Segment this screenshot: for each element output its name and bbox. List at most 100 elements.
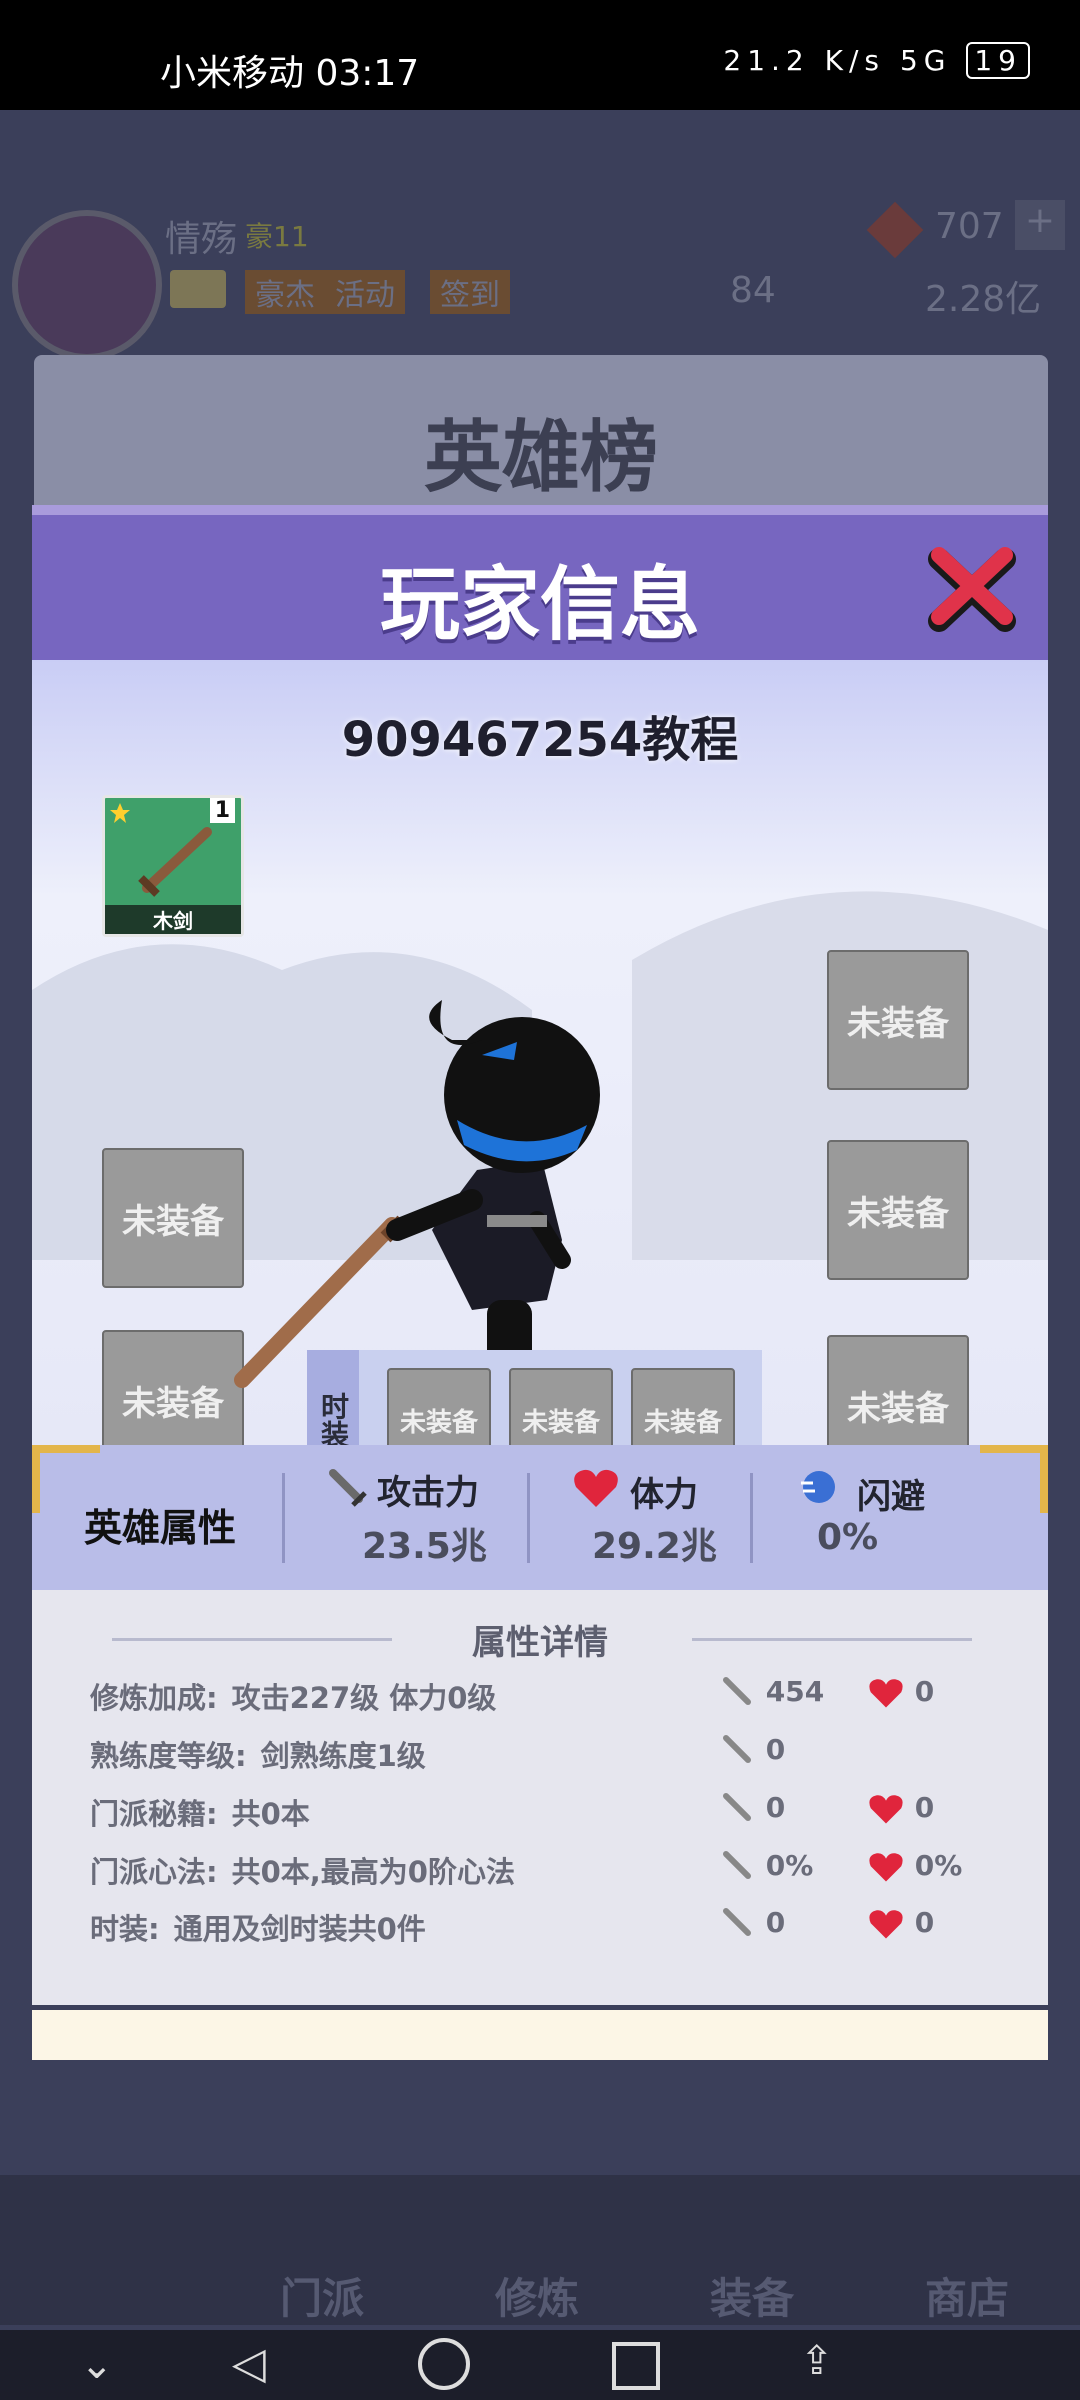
- detail-atk-value: 0: [765, 1791, 786, 1824]
- close-icon: [928, 547, 1016, 632]
- detail-atk-value: 0: [765, 1733, 786, 1766]
- top-hud: 情殇 豪11 豪杰 活动 签到 707 + 84 2.28亿: [0, 200, 1080, 360]
- carrier-time: 小米移动 03:17: [160, 53, 420, 94]
- token-count: 84: [730, 270, 776, 311]
- equip-slot-left-2[interactable]: 未装备: [102, 1148, 244, 1288]
- nav-sect[interactable]: 门派: [280, 2265, 364, 2326]
- modal-header: 玩家信息: [32, 505, 1048, 660]
- attribute-details: 属性详情 修炼加成: 攻击227级 体力0级 熟练度等级: 剑熟练度1级 门派秘籍:…: [32, 1590, 1048, 2005]
- dodge-value: 0%: [817, 1517, 879, 1558]
- mail-icon[interactable]: [170, 270, 226, 308]
- detail-hp-icon-row: 0%: [867, 1849, 962, 1883]
- detail-hp-icon-row: 0: [867, 1906, 934, 1940]
- sword-icon: [723, 1735, 751, 1763]
- heart-icon: [574, 1469, 618, 1507]
- home-button[interactable]: [418, 2338, 470, 2390]
- detail-value: 共0本,最高为0阶心法: [231, 1855, 515, 1889]
- net-speed: 21.2 K/s: [723, 44, 886, 77]
- equip-slot-right-1[interactable]: 未装备: [827, 950, 969, 1090]
- slot-label: 未装备: [122, 1201, 224, 1242]
- detail-label: 时装:: [90, 1912, 160, 1946]
- slot-label: 未装备: [122, 1383, 224, 1424]
- detail-hp-icon-row: 0: [867, 1791, 934, 1825]
- modal-title: 玩家信息: [380, 558, 700, 651]
- detail-row-fashion: 时装: 通用及剑时装共0件: [90, 1906, 426, 1948]
- corner-ornament-right: [980, 1445, 1048, 1513]
- nav-shop[interactable]: 商店: [925, 2265, 1009, 2326]
- detail-atk-icon-row: 0: [722, 1906, 785, 1941]
- back-button[interactable]: ◁: [232, 2338, 266, 2389]
- player-info-modal: 玩家信息 909467254教程 1 木剑 未装备 未装备 未装备 未装备 未装…: [32, 505, 1048, 2060]
- add-gem-button[interactable]: +: [1015, 200, 1065, 250]
- detail-row-mind-method: 门派心法: 共0本,最高为0阶心法: [90, 1849, 515, 1891]
- detail-label: 熟练度等级:: [90, 1739, 247, 1773]
- signal-icon: 5G: [899, 44, 952, 77]
- divider: [527, 1473, 530, 1563]
- gem-count: 707: [935, 206, 1004, 247]
- system-nav-bar: ⌄ ◁ ⇪: [0, 2330, 1080, 2400]
- slot-label: 未装备: [399, 1407, 478, 1438]
- hud-button-events[interactable]: 活动: [325, 270, 405, 314]
- detail-row-secret-books: 门派秘籍: 共0本: [90, 1791, 310, 1833]
- game-bottom-nav: 门派 修炼 装备 商店: [0, 2175, 1080, 2325]
- gem-icon: [866, 201, 924, 259]
- detail-row-training: 修炼加成: 攻击227级 体力0级: [90, 1675, 496, 1717]
- fashion-slot-2[interactable]: 未装备: [509, 1368, 613, 1450]
- detail-atk-value: 0: [765, 1906, 786, 1939]
- weapon-name: 木剑: [105, 905, 241, 934]
- dodge-label: 闪避: [857, 1477, 925, 1517]
- share-button[interactable]: ⇪: [800, 2338, 834, 2384]
- sword-icon: [723, 1793, 751, 1821]
- sword-icon: [723, 1908, 751, 1936]
- sword-icon: [723, 1851, 751, 1879]
- attack-label: 攻击力: [377, 1473, 479, 1513]
- slot-label: 未装备: [847, 1003, 949, 1044]
- hp-value: 29.2兆: [592, 1526, 717, 1567]
- detail-value: 攻击227级 体力0级: [231, 1681, 497, 1715]
- equip-slot-right-3[interactable]: 未装备: [827, 1335, 969, 1450]
- nav-train[interactable]: 修炼: [495, 2265, 579, 2326]
- sword-icon: [329, 1469, 367, 1507]
- avatar[interactable]: [12, 210, 162, 360]
- status-icons: 21.2 K/s 5G 19: [723, 42, 1030, 79]
- hud-button-heroes[interactable]: 豪杰: [245, 270, 325, 314]
- hero-board-title: 英雄榜: [423, 413, 658, 503]
- vip-badge: 豪11: [245, 220, 309, 253]
- heart-icon: [869, 1910, 903, 1939]
- detail-hp-value: 0: [914, 1906, 935, 1939]
- hud-button-checkin[interactable]: 签到: [430, 270, 510, 314]
- detail-row-proficiency: 熟练度等级: 剑熟练度1级: [90, 1733, 426, 1775]
- detail-hp-value: 0%: [914, 1849, 963, 1882]
- player-name: 情殇: [165, 219, 238, 260]
- hero-stats-label: 英雄属性: [84, 1506, 237, 1550]
- wooden-sword-icon: [138, 827, 212, 897]
- player-id: 909467254教程: [341, 712, 739, 768]
- fashion-slot-1[interactable]: 未装备: [387, 1368, 491, 1450]
- detail-hp-value: 0: [914, 1791, 935, 1824]
- attack-value: 23.5兆: [362, 1526, 487, 1567]
- close-button[interactable]: [927, 545, 1017, 635]
- dodge-icon: [801, 1471, 835, 1503]
- status-bar: 小米移动 03:17 21.2 K/s 5G 19: [0, 0, 1080, 110]
- battery-icon: 19: [966, 42, 1030, 79]
- slot-label: 未装备: [643, 1407, 722, 1438]
- detail-atk-icon-row: 0%: [722, 1849, 813, 1884]
- heart-icon: [869, 1679, 903, 1708]
- detail-atk-value: 0%: [765, 1849, 814, 1882]
- equip-slot-left-3[interactable]: 未装备: [102, 1330, 244, 1450]
- hero-stats-bar: 英雄属性 攻击力 23.5兆 体力 29.2兆 闪避 0%: [32, 1445, 1048, 1590]
- nav-equip[interactable]: 装备: [710, 2265, 794, 2326]
- hero-board-panel: 英雄榜: [34, 355, 1048, 525]
- weapon-slot[interactable]: 1 木剑: [102, 795, 244, 937]
- fashion-slot-3[interactable]: 未装备: [631, 1368, 735, 1450]
- sword-icon: [723, 1677, 751, 1705]
- detail-value: 通用及剑时装共0件: [173, 1912, 426, 1946]
- heart-icon: [869, 1795, 903, 1824]
- collapse-nav-button[interactable]: ⌄: [80, 2342, 114, 2388]
- equip-slot-right-2[interactable]: 未装备: [827, 1140, 969, 1280]
- divider: [282, 1473, 285, 1563]
- hp-label: 体力: [630, 1475, 698, 1515]
- recents-button[interactable]: [612, 2342, 660, 2390]
- slot-label: 未装备: [521, 1407, 600, 1438]
- detail-hp-value: 0: [914, 1675, 935, 1708]
